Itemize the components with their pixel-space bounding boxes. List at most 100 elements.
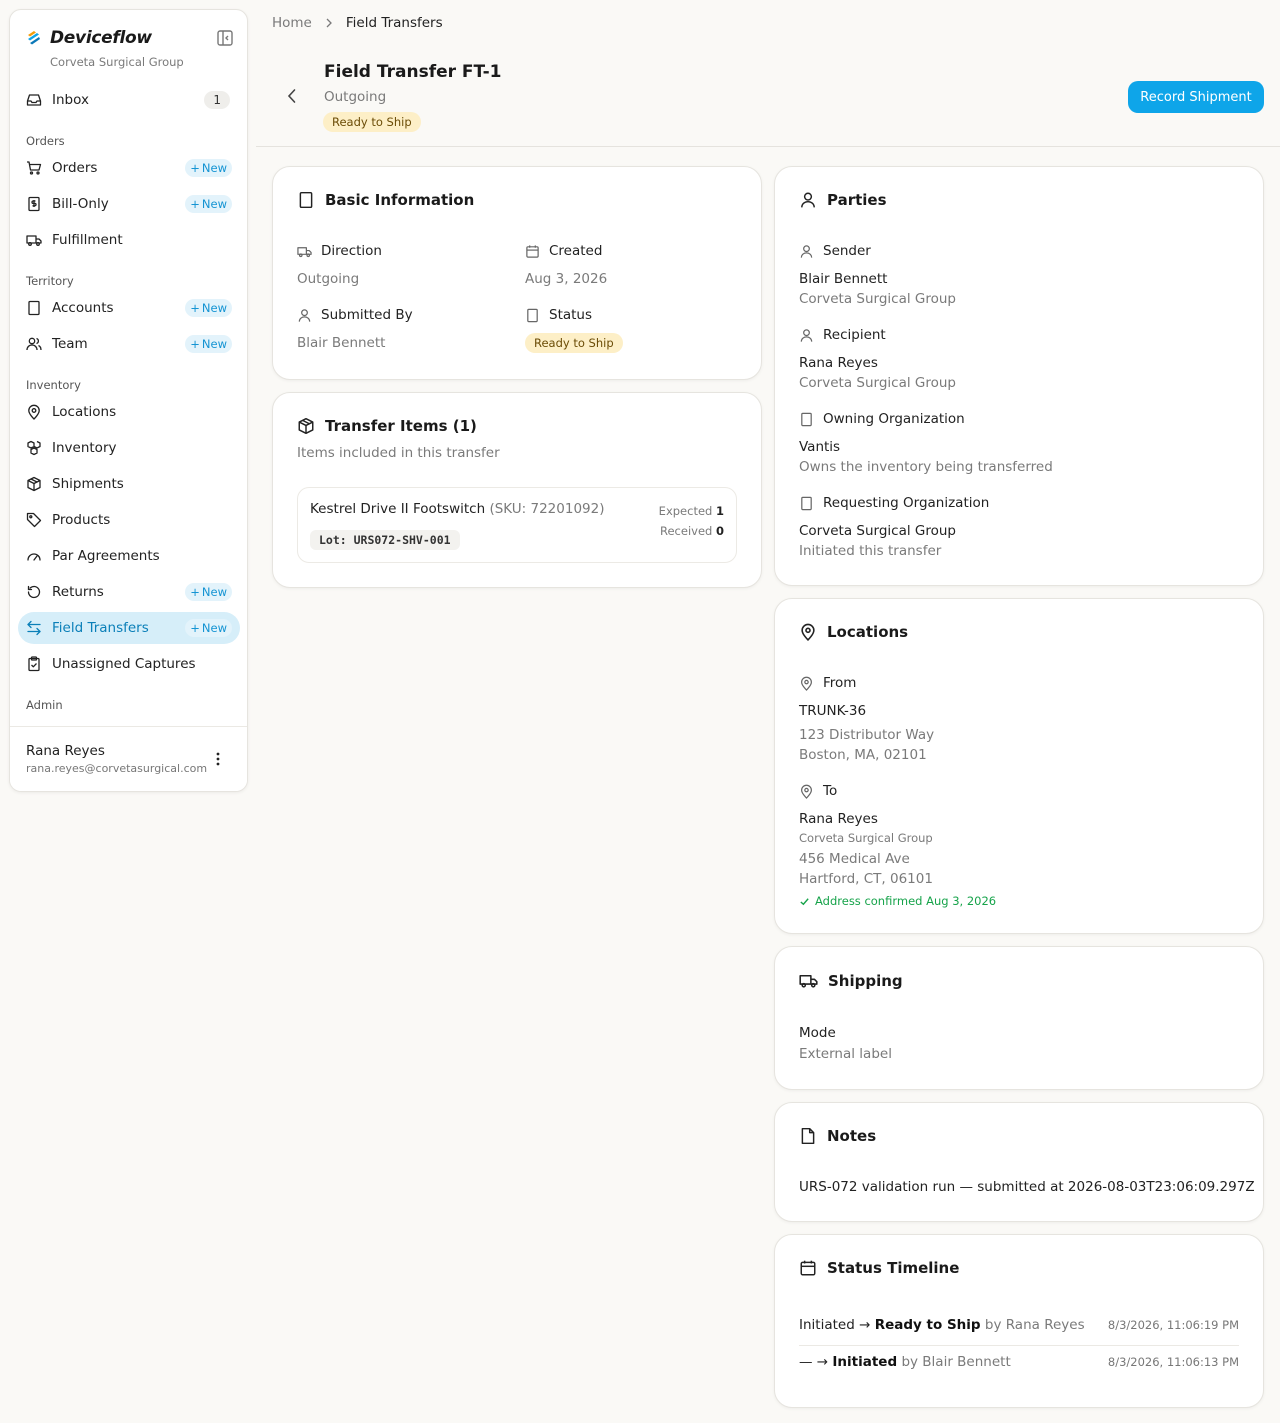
owning-org-label: Owning Organization — [799, 411, 965, 427]
status-label: Status — [525, 307, 592, 323]
sidebar-item-inventory[interactable]: Inventory — [18, 432, 240, 464]
sender-org: Corveta Surgical Group — [799, 291, 956, 307]
boxes-icon — [27, 440, 41, 456]
transfer-items-title: Transfer Items (1) — [297, 417, 477, 435]
recipient-label-text: Recipient — [823, 327, 886, 343]
nav-section-inventory: Inventory — [26, 378, 81, 392]
sidebar-item-label: Inbox — [52, 92, 89, 108]
building-icon — [801, 496, 812, 510]
record-shipment-button[interactable]: Record Shipment — [1128, 81, 1264, 113]
map-pin-icon — [801, 784, 812, 799]
rotate-ccw-icon — [27, 585, 41, 599]
map-pin-icon — [28, 404, 40, 420]
parties-title: Parties — [799, 191, 887, 209]
sidebar-item-accounts[interactable]: Accounts + New — [18, 292, 240, 324]
transfer-items-card: Transfer Items (1) Items included in thi… — [272, 392, 762, 588]
collapse-sidebar-button[interactable] — [216, 29, 234, 47]
sidebar-item-fulfillment[interactable]: Fulfillment — [18, 224, 240, 256]
sidebar-item-field-transfers[interactable]: Field Transfers + New — [18, 612, 240, 644]
brand[interactable]: Deviceflow — [26, 28, 152, 48]
building-icon — [299, 191, 313, 209]
lot-chip: Lot: URS072-SHV-001 — [310, 530, 460, 550]
user-icon — [298, 308, 311, 322]
timeline-to: Ready to Ship — [874, 1317, 981, 1333]
arrow-left-right-icon — [27, 620, 41, 636]
timeline-by: by Blair Bennett — [901, 1354, 1011, 1370]
chevron-left-icon — [287, 89, 296, 103]
new-field-transfer-button[interactable]: + New — [185, 619, 232, 637]
sidebar-item-products[interactable]: Products — [18, 504, 240, 536]
direction-label: Direction — [297, 243, 382, 259]
expected-label: Expected — [658, 504, 713, 518]
sidebar-item-inbox[interactable]: Inbox 1 — [18, 84, 240, 116]
shipping-title: Shipping — [799, 971, 903, 990]
brand-logo-icon — [28, 31, 40, 45]
locations-card: Locations From TRUNK-36 123 Distributor … — [774, 598, 1264, 934]
sidebar-item-unassigned-captures[interactable]: Unassigned Captures — [18, 648, 240, 680]
new-bill-only-button[interactable]: + New — [185, 195, 232, 213]
notes-title: Notes — [799, 1127, 876, 1145]
sidebar-item-label: Shipments — [52, 476, 124, 492]
sidebar-item-par-agreements[interactable]: Par Agreements — [18, 540, 240, 572]
user-name: Rana Reyes — [26, 743, 105, 759]
arrow-right-icon: → — [859, 1317, 871, 1333]
new-return-button[interactable]: + New — [185, 583, 232, 601]
user-menu-button[interactable] — [215, 751, 221, 767]
sidebar-item-locations[interactable]: Locations — [18, 396, 240, 428]
item-sku: (SKU: 72201092) — [489, 501, 605, 517]
basic-information-card: Basic Information Direction Outgoing Cre… — [272, 166, 762, 380]
map-pin-icon — [801, 623, 815, 641]
new-team-button[interactable]: + New — [185, 335, 232, 353]
to-address-line2: Hartford, CT, 06101 — [799, 871, 933, 887]
owning-org-label-text: Owning Organization — [823, 411, 965, 427]
submitted-by-value: Blair Bennett — [297, 335, 386, 351]
sidebar-item-label: Par Agreements — [52, 548, 160, 564]
card-title-text: Locations — [827, 623, 909, 641]
expected-value: 1 — [715, 504, 724, 518]
back-button[interactable] — [282, 86, 302, 106]
arrow-right-icon: → — [816, 1354, 829, 1370]
calendar-icon — [526, 244, 539, 258]
sidebar-item-label: Returns — [52, 584, 104, 600]
plus-icon: + — [190, 337, 200, 351]
sidebar-item-orders[interactable]: Orders + New — [18, 152, 240, 184]
shipping-card: Shipping Mode External label — [774, 946, 1264, 1090]
breadcrumb-home-link[interactable]: Home — [272, 15, 312, 31]
more-vertical-icon — [216, 752, 220, 766]
item-name: Kestrel Drive II Footswitch — [310, 501, 486, 517]
direction-value: Outgoing — [297, 271, 360, 287]
building-icon — [28, 300, 40, 316]
new-label: New — [201, 337, 227, 351]
sidebar-item-bill-only[interactable]: Bill-Only + New — [18, 188, 240, 220]
inbox-icon — [26, 94, 42, 106]
recipient-label: Recipient — [799, 327, 886, 343]
address-confirmed-text: Address confirmed Aug 3, 2026 — [815, 894, 997, 908]
submitted-by-label-text: Submitted By — [321, 307, 413, 323]
timeline-entry-text: — → Initiated by Blair Bennett — [799, 1354, 1011, 1370]
from-address-line2: Boston, MA, 02101 — [799, 747, 927, 763]
sidebar-nav: Inbox 1 Orders Orders + New Bill-Only + Ne… — [18, 84, 240, 716]
requesting-org-label-text: Requesting Organization — [823, 495, 990, 511]
expected-row: Expected 1 — [659, 501, 724, 521]
list-item[interactable]: Kestrel Drive II Footswitch (SKU: 722010… — [297, 487, 737, 563]
to-location-name: Rana Reyes — [799, 811, 878, 827]
sidebar-item-team[interactable]: Team + New — [18, 328, 240, 360]
recipient-name: Rana Reyes — [799, 355, 878, 371]
user-profile[interactable]: Rana Reyes rana.reyes@corvetasurgical.co… — [10, 726, 247, 791]
breadcrumb-current[interactable]: Field Transfers — [346, 15, 443, 31]
timeline-time: 8/3/2026, 11:06:13 PM — [1107, 1355, 1239, 1369]
plus-icon: + — [190, 621, 200, 635]
card-title-text: Parties — [827, 191, 887, 209]
page-subtitle: Outgoing — [324, 89, 387, 105]
new-account-button[interactable]: + New — [185, 299, 232, 317]
sidebar-item-shipments[interactable]: Shipments — [18, 468, 240, 500]
notes-card: Notes URS-072 validation run — submitted… — [774, 1102, 1264, 1222]
owning-org-name: Vantis — [799, 439, 841, 455]
direction-label-text: Direction — [321, 243, 382, 259]
sidebar-item-returns[interactable]: Returns + New — [18, 576, 240, 608]
card-title-text: Status Timeline — [827, 1259, 960, 1277]
locations-title: Locations — [799, 623, 908, 641]
new-order-button[interactable]: + New — [185, 159, 232, 177]
sender-name: Blair Bennett — [799, 271, 888, 287]
timeline-by: by Rana Reyes — [984, 1317, 1085, 1333]
